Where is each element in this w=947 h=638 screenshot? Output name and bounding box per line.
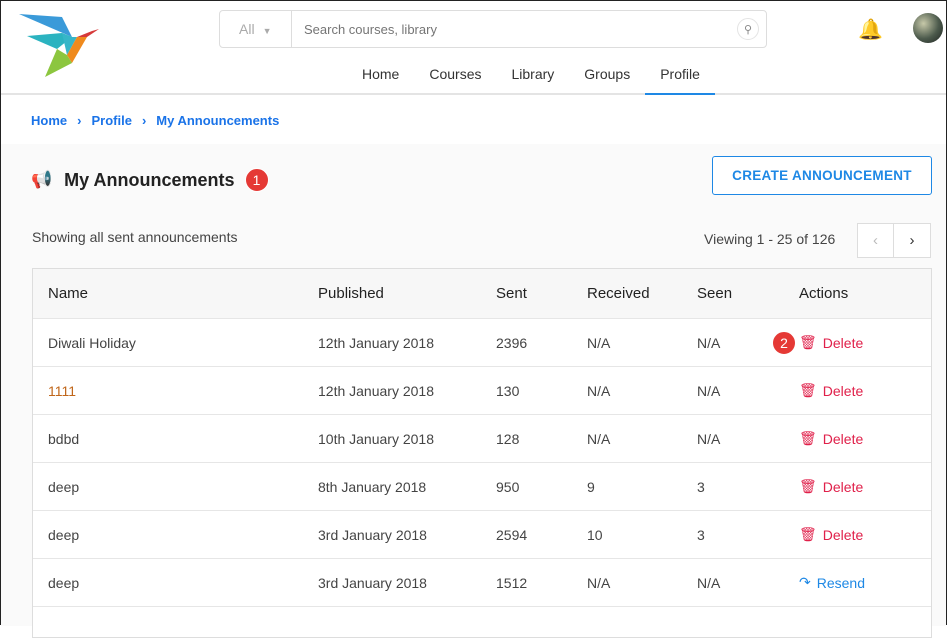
cell-published: 3rd January 2018	[318, 526, 427, 543]
col-sent: Sent	[496, 285, 527, 302]
action-label: Delete	[822, 430, 864, 447]
trash-icon: 🗑	[799, 526, 817, 542]
cell-sent: 1512	[496, 574, 528, 591]
avatar[interactable]	[913, 13, 943, 43]
announcements-table: Name Published Sent Received Seen Action…	[32, 268, 932, 638]
cell-name[interactable]: bdbd	[33, 431, 318, 447]
col-received: Received	[587, 285, 650, 302]
cell-received: N/A	[587, 430, 611, 447]
search-scope-dropdown[interactable]: All ▼	[220, 11, 292, 47]
nav-profile[interactable]: Profile	[645, 56, 715, 95]
cell-name[interactable]: Diwali Holiday	[33, 335, 318, 351]
col-seen: Seen	[697, 285, 733, 302]
pagination-info: Viewing 1 - 25 of 126	[704, 231, 836, 247]
next-page-button[interactable]: ›	[894, 223, 931, 258]
nav-home[interactable]: Home	[347, 56, 414, 95]
cell-published: 12th January 2018	[318, 334, 434, 351]
cell-seen: N/A	[697, 574, 721, 591]
pagination: ‹ ›	[857, 223, 931, 258]
trash-icon: 🗑	[799, 478, 817, 494]
showing-text: Showing all sent announcements	[32, 229, 238, 245]
cell-name[interactable]: deep	[33, 575, 318, 591]
action-label: Resend	[816, 574, 865, 591]
col-name: Name	[48, 285, 89, 302]
cell-name[interactable]: 1111	[33, 383, 318, 399]
chevron-right-icon: ›	[141, 113, 147, 128]
caret-down-icon: ▼	[262, 26, 272, 36]
cell-sent: 2396	[496, 334, 528, 351]
cell-published: 10th January 2018	[318, 430, 434, 447]
table-row: deep 3rd January 2018 1512 N/A N/A ↷ Rese…	[33, 559, 931, 607]
annotation-badge: 1	[244, 168, 269, 192]
table-row: bdbd 10th January 2018 128 N/A N/A 🗑 Dele…	[33, 415, 931, 463]
delete-button[interactable]: 🗑 Delete	[799, 478, 931, 495]
annotation-badge: 2	[772, 331, 796, 355]
action-label: Delete	[822, 382, 864, 399]
chevron-right-icon: ›	[77, 113, 82, 128]
page-title: 📢 My Announcements 1	[31, 168, 269, 192]
nav-groups[interactable]: Groups	[569, 56, 645, 95]
cell-received: 9	[587, 478, 595, 495]
trash-icon: 🗑	[799, 430, 817, 446]
action-label: Delete	[822, 334, 864, 351]
cell-received: N/A	[587, 382, 611, 399]
bell-icon[interactable]: 🔔	[858, 17, 883, 42]
table-row: deep 3rd January 2018 2594 10 3 🗑 Delete	[33, 511, 931, 559]
delete-button[interactable]: 🗑 Delete	[799, 334, 931, 351]
table-row: Diwali Holiday 12th January 2018 2396 N/…	[33, 319, 931, 367]
search-icon[interactable]: ⚲	[737, 18, 759, 40]
page-title-text: My Announcements	[64, 169, 235, 190]
delete-button[interactable]: 🗑 Delete	[799, 382, 931, 399]
cell-name[interactable]: deep	[33, 479, 318, 495]
cell-seen: 3	[697, 478, 705, 495]
share-icon: ↷	[799, 574, 811, 590]
delete-button[interactable]: 🗑 Delete	[799, 526, 931, 543]
megaphone-icon: 📢	[31, 170, 53, 189]
cell-received: 10	[587, 526, 603, 543]
cell-seen: N/A	[697, 430, 721, 447]
table-row: deep 8th January 2018 950 9 3 🗑 Delete	[33, 463, 931, 511]
main-content: 📢 My Announcements 1 CREATE ANNOUNCEMENT…	[1, 144, 946, 638]
cell-published: 3rd January 2018	[318, 574, 427, 591]
cell-received: N/A	[587, 334, 611, 351]
breadcrumb-profile[interactable]: Profile	[91, 113, 131, 128]
prev-page-button[interactable]: ‹	[857, 223, 894, 258]
breadcrumb: Home › Profile › My Announcements	[31, 113, 279, 128]
table-row: 1111 12th January 2018 130 N/A N/A 🗑 Dele…	[33, 367, 931, 415]
nav-library[interactable]: Library	[497, 56, 570, 95]
action-label: Delete	[822, 478, 864, 495]
delete-button[interactable]: 🗑 Delete	[799, 430, 931, 447]
cell-sent: 128	[496, 430, 520, 447]
hummingbird-logo[interactable]	[17, 11, 101, 84]
col-actions: Actions	[799, 285, 849, 302]
create-announcement-button[interactable]: CREATE ANNOUNCEMENT	[712, 156, 932, 195]
cell-published: 12th January 2018	[318, 382, 434, 399]
search-input[interactable]	[292, 11, 730, 47]
cell-sent: 2594	[496, 526, 528, 543]
cell-seen: N/A	[697, 382, 721, 399]
trash-icon: 🗑	[799, 334, 817, 350]
cell-received: N/A	[587, 574, 611, 591]
col-published: Published	[318, 285, 384, 302]
breadcrumb-current[interactable]: My Announcements	[156, 113, 279, 128]
breadcrumb-home[interactable]: Home	[31, 113, 67, 128]
trash-icon: 🗑	[799, 382, 817, 398]
search-bar: All ▼ ⚲	[219, 10, 767, 48]
search-scope-value: All	[239, 21, 255, 37]
cell-seen: 3	[697, 526, 705, 543]
cell-sent: 130	[496, 382, 520, 399]
resend-button[interactable]: ↷ Resend	[799, 574, 931, 591]
top-header: All ▼ ⚲ 🔔 Home Courses Library Groups Pro…	[1, 1, 946, 95]
cell-name[interactable]: deep	[33, 527, 318, 543]
table-header: Name Published Sent Received Seen Action…	[33, 269, 931, 319]
action-label: Delete	[822, 526, 864, 543]
cell-sent: 950	[496, 478, 520, 495]
nav-courses[interactable]: Courses	[414, 56, 496, 95]
main-nav: Home Courses Library Groups Profile	[347, 56, 715, 95]
cell-published: 8th January 2018	[318, 478, 427, 495]
